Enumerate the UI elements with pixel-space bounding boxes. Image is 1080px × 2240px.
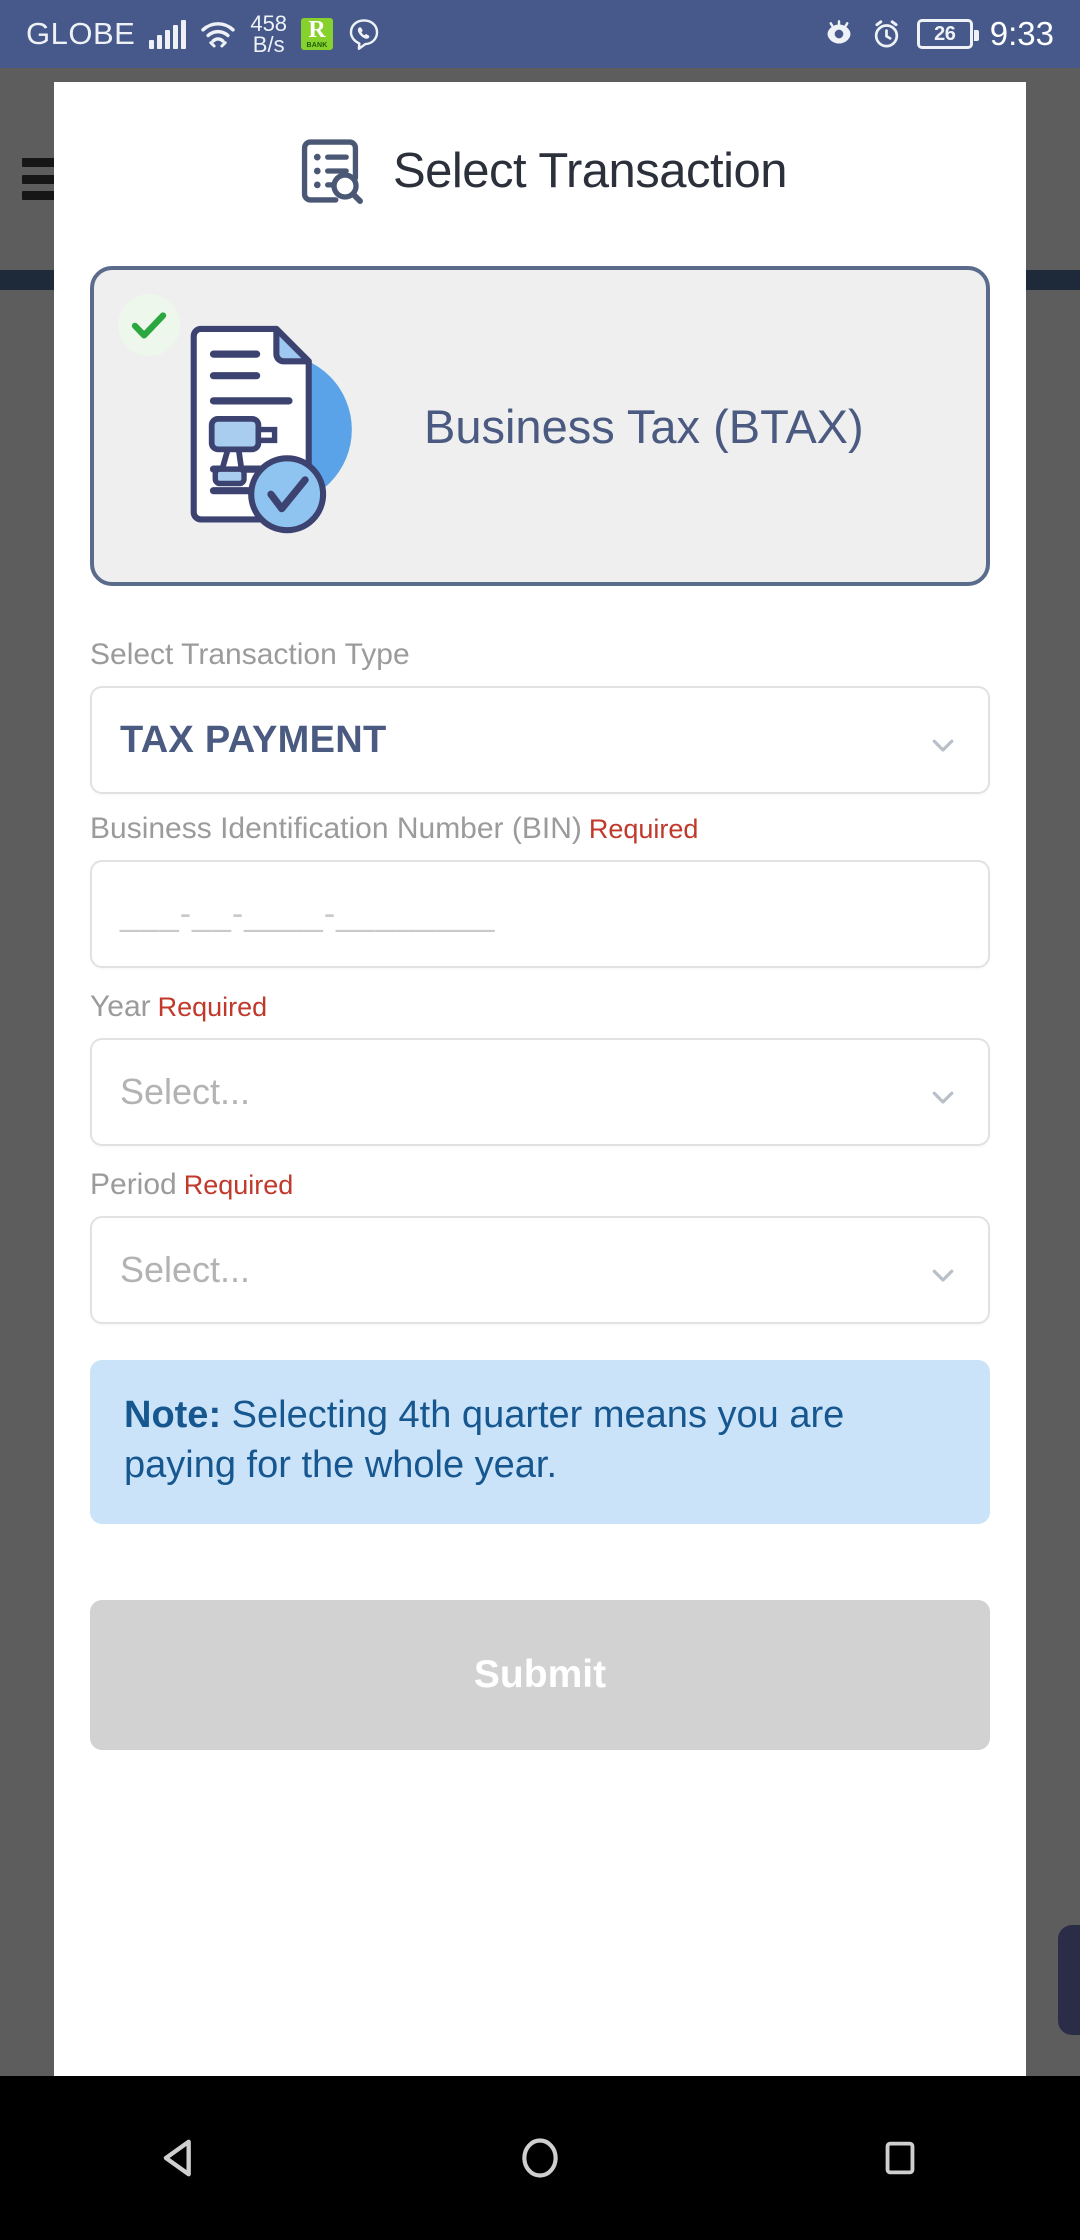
chevron-down-icon <box>928 1260 958 1290</box>
battery-level: 26 <box>934 22 956 45</box>
network-speed-unit: B/s <box>252 32 285 57</box>
status-bar-left: GLOBE 458 B/s R BANK <box>26 11 381 57</box>
bin-input[interactable]: ___-__-____-________ <box>90 860 990 968</box>
viber-icon <box>347 17 381 51</box>
transaction-type-label: Select Transaction Type <box>90 638 410 671</box>
recents-square-icon[interactable] <box>840 2098 960 2218</box>
wifi-icon <box>200 19 236 49</box>
year-placeholder: Select... <box>120 1071 251 1112</box>
green-check-icon <box>118 294 180 356</box>
sheet-header: Select Transaction <box>54 82 1026 222</box>
bin-label-text: Business Identification Number (BIN) <box>90 812 582 845</box>
rbank-word: BANK <box>306 41 328 49</box>
status-bar-right: 26 9:33 <box>822 15 1054 53</box>
bin-label: Business Identification Number (BIN) Requ… <box>90 812 990 846</box>
battery-indicator: 26 <box>916 19 979 49</box>
bin-required-badge: Required <box>588 814 699 844</box>
year-label: Year Required <box>90 990 990 1024</box>
product-card-btax[interactable]: Business Tax (BTAX) <box>90 266 990 586</box>
period-placeholder: Select... <box>120 1249 251 1290</box>
transaction-type-value: TAX PAYMENT <box>120 718 387 761</box>
submit-area: Submit <box>54 1600 1026 1751</box>
status-clock: 9:33 <box>989 15 1054 52</box>
chevron-down-icon <box>928 730 958 760</box>
android-navigation-bar <box>0 2076 1080 2240</box>
note-text: Note: Selecting 4th quarter means you ar… <box>124 1390 956 1490</box>
phone-screen: Select Transaction Business Tax (BTAX) S… <box>0 0 1080 2240</box>
period-label-text: Period <box>90 1168 177 1201</box>
network-speed: 458 B/s <box>250 11 288 57</box>
period-select[interactable]: Select... <box>90 1216 990 1324</box>
background-side-tab <box>1058 1925 1080 2035</box>
year-required-badge: Required <box>157 992 268 1022</box>
period-label: Period Required <box>90 1168 990 1202</box>
period-required-badge: Required <box>183 1170 294 1200</box>
rbank-app-icon: R BANK <box>301 16 334 50</box>
submit-button[interactable]: Submit <box>90 1600 990 1751</box>
note-banner: Note: Selecting 4th quarter means you ar… <box>90 1360 990 1525</box>
year-select[interactable]: Select... <box>90 1038 990 1146</box>
bin-placeholder: ___-__-____-________ <box>120 894 496 933</box>
chevron-down-icon <box>928 1082 958 1112</box>
transaction-type-select[interactable]: TAX PAYMENT <box>90 686 990 794</box>
note-body: Selecting 4th quarter means you are payi… <box>124 1394 845 1487</box>
carrier-name: GLOBE <box>26 16 136 51</box>
product-card-label: Business Tax (BTAX) <box>424 399 864 453</box>
rbank-letter: R <box>308 16 326 43</box>
year-label-text: Year <box>90 990 151 1023</box>
status-bar: GLOBE 458 B/s R BANK 26 9:33 <box>0 0 1080 68</box>
signal-bars-icon <box>149 19 187 49</box>
alarm-icon <box>871 19 902 50</box>
back-triangle-icon[interactable] <box>120 2098 240 2218</box>
transaction-list-search-icon <box>293 134 367 208</box>
transaction-form: Select Transaction Type TAX PAYMENT Busi… <box>54 638 1026 1324</box>
eye-care-icon <box>822 20 856 48</box>
note-prefix: Note: <box>124 1394 222 1436</box>
network-speed-value: 458 <box>250 11 288 36</box>
home-circle-icon[interactable] <box>480 2098 600 2218</box>
page-title: Select Transaction <box>392 144 788 198</box>
select-transaction-sheet: Select Transaction Business Tax (BTAX) S… <box>54 82 1026 2076</box>
business-tax-document-icon <box>152 311 372 541</box>
